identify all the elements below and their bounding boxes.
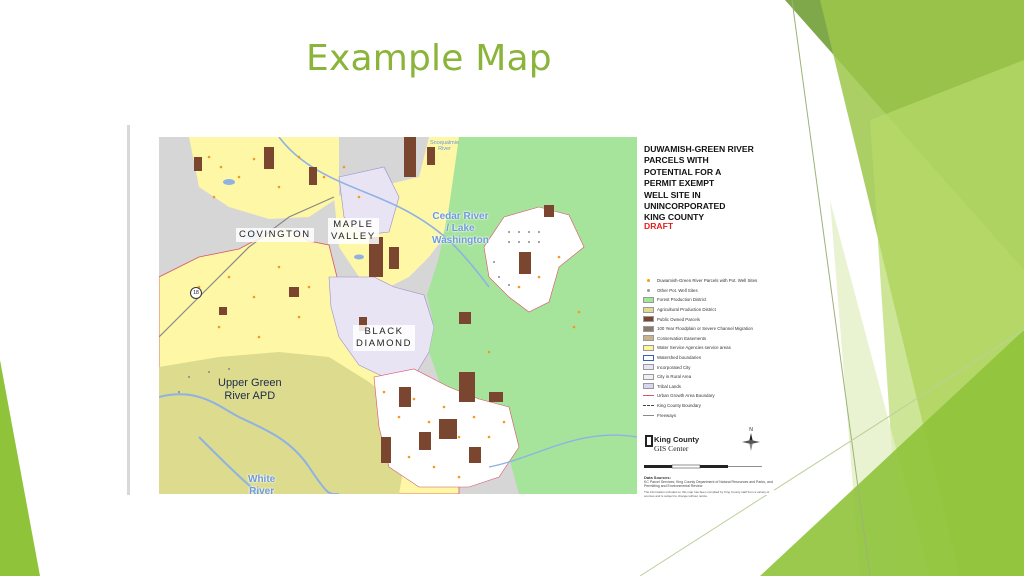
- legend-swatch: [643, 287, 654, 293]
- place-label-covington: COVINGTON: [236, 228, 314, 242]
- legend-item: 100 Year Floodplain or Severe Channel Mi…: [643, 324, 777, 334]
- legend-item-label: Forest Production District: [657, 297, 707, 303]
- north-label: N: [749, 427, 753, 433]
- legend-swatch: [643, 354, 654, 361]
- legend-swatch: [643, 335, 654, 342]
- map-legend: DUWAMISH-GREEN RIVER PARCELS WITH POTENT…: [640, 137, 777, 498]
- legend-swatch: [643, 364, 654, 371]
- place-label-black-diamond: BLACK DIAMOND: [353, 325, 416, 351]
- lake: [354, 254, 364, 260]
- legend-item-label: City in Rural Area: [657, 374, 692, 380]
- legend-item-label: 100 Year Floodplain or Severe Channel Mi…: [657, 326, 753, 332]
- scale-bar: [644, 464, 762, 469]
- north-arrow-icon: N: [742, 427, 760, 451]
- agency-name: King County: [654, 435, 700, 444]
- legend-draft-status: DRAFT: [644, 221, 674, 231]
- legend-swatch: [643, 306, 654, 313]
- legend-item: Conservation Easements: [643, 334, 777, 344]
- legend-item: Incorporated City: [643, 362, 777, 372]
- legend-item-label: Conservation Easements: [657, 335, 707, 341]
- legend-item-label: Incorporated City: [657, 364, 691, 370]
- slide-title: Example Map: [306, 38, 552, 79]
- agency-unit: GIS Center: [654, 444, 689, 453]
- legend-item: King County Boundary: [643, 401, 777, 411]
- legend-item-label: Public Owned Parcels: [657, 316, 700, 322]
- legend-item: Urban Growth Area Boundary: [643, 391, 777, 401]
- legend-item: Public Owned Parcels: [643, 314, 777, 324]
- legend-swatch: [643, 405, 654, 407]
- region-label-upper-green-apd: Upper Green River APD: [218, 377, 282, 402]
- legend-item: Duwamish-Green River Parcels with Pot. W…: [643, 276, 777, 286]
- legend-item-label: Other Pot. Well Sites: [657, 287, 698, 293]
- legend-items: Duwamish-Green River Parcels with Pot. W…: [643, 276, 777, 420]
- legend-swatch: [643, 414, 654, 416]
- water-label-snoqualmie: Snoqualmie River: [430, 140, 460, 152]
- legend-item-label: King County Boundary: [657, 403, 701, 409]
- legend-item-label: Agricultural Production District: [657, 307, 716, 313]
- legend-item-label: Freeways: [657, 412, 677, 418]
- legend-swatch: [643, 373, 654, 380]
- legend-item-label: Water Service Agencies service areas: [657, 345, 731, 351]
- legend-swatch: [643, 325, 654, 332]
- water-label-cedar-river: Cedar River / Lake Washington: [432, 211, 489, 246]
- place-label-maple-valley: MAPLE VALLEY: [328, 218, 379, 244]
- map-canvas: [159, 137, 637, 494]
- legend-item-label: Urban Growth Area Boundary: [657, 393, 715, 399]
- legend-title: DUWAMISH-GREEN RIVER PARCELS WITH POTENT…: [644, 144, 754, 223]
- legend-item: Watershed boundaries: [643, 353, 777, 363]
- legend-swatch: [643, 383, 654, 390]
- legend-item-label: Duwamish-Green River Parcels with Pot. W…: [657, 278, 758, 284]
- highway-shield: 18: [190, 287, 202, 299]
- water-label-white-river: White River: [248, 474, 276, 497]
- deco-left-bottom-band: [0, 360, 40, 576]
- legend-item: City in Rural Area: [643, 372, 777, 382]
- legend-swatch: [643, 395, 654, 397]
- map-left-border: [127, 125, 130, 495]
- legend-item-label: Watershed boundaries: [657, 355, 702, 361]
- legend-swatch: [643, 344, 654, 351]
- legend-item: Forest Production District: [643, 295, 777, 305]
- legend-item: Agricultural Production District: [643, 305, 777, 315]
- data-sources-text: KC Parcel Services; King County Departme…: [644, 480, 773, 489]
- legend-item-label: Tribal Lands: [657, 383, 681, 389]
- legend-item: Freeways: [643, 410, 777, 420]
- map-disclaimer: The information included on this map has…: [644, 490, 770, 498]
- legend-swatch: [643, 278, 654, 284]
- legend-item: Tribal Lands: [643, 382, 777, 392]
- legend-item: Water Service Agencies service areas: [643, 343, 777, 353]
- legend-swatch: [643, 296, 654, 303]
- lake: [223, 179, 235, 185]
- legend-item: Other Pot. Well Sites: [643, 286, 777, 296]
- legend-swatch: [643, 316, 654, 323]
